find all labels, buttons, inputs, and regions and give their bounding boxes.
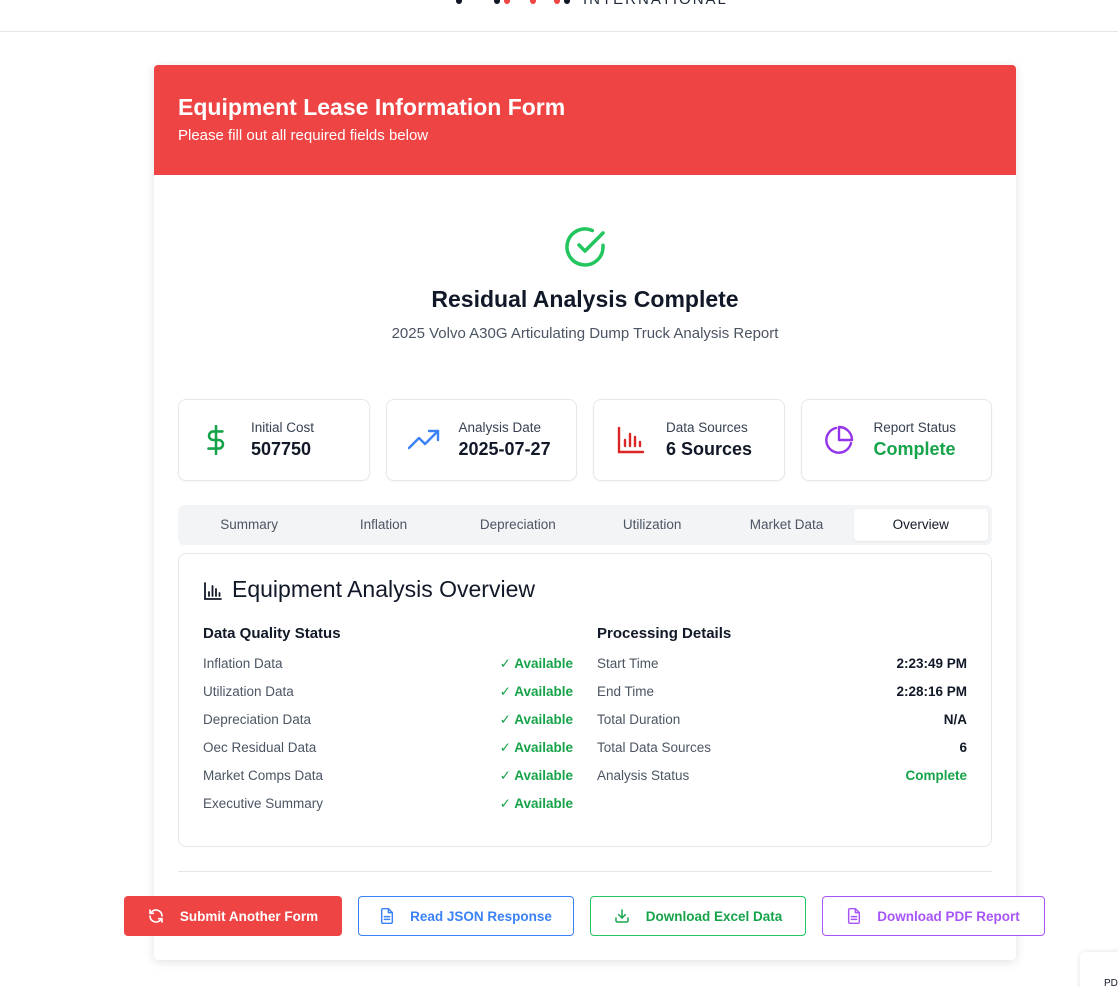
quality-status: ✓ Available [499,712,573,727]
processing-row: End Time 2:28:16 PM [597,684,967,712]
refresh-icon [149,909,163,923]
quality-row: Oec Residual Data ✓ Available [203,740,573,768]
overview-title: Equipment Analysis Overview [203,576,967,603]
processing-row: Total Duration N/A [597,712,967,740]
logo-mark [456,0,462,4]
stat-card-initial-cost: Initial Cost 507750 [178,399,370,481]
stat-value: 6 Sources [666,439,753,459]
processing-value: N/A [943,712,967,727]
stat-card-report-status: Report Status Complete [800,399,992,481]
logo-mark [504,0,510,4]
stat-label: Initial Cost [251,420,315,435]
data-quality-heading: Data Quality Status [203,625,341,642]
stat-value: Complete [873,439,956,459]
quality-status: ✓ Available [499,684,573,699]
overview-title-text: Equipment Analysis Overview [232,576,535,602]
download-pdf-label: Download PDF Report [877,908,1020,924]
stat-value: 507750 [251,439,312,459]
quality-label: Utilization Data [203,684,294,699]
stat-label: Data Sources [666,420,748,435]
quality-label: Market Comps Data [203,768,324,783]
floating-pdf-widget[interactable]: PD [1080,952,1118,987]
analysis-tabs: Summary Inflation Depreciation Utilizati… [178,505,992,545]
bar-chart-icon [203,580,223,600]
quality-row: Depreciation Data ✓ Available [203,712,573,740]
processing-label: End Time [597,684,655,699]
stat-card-data-sources: Data Sources 6 Sources [593,399,785,481]
processing-details-section: Processing Details Start Time 2:23:49 PM… [597,625,967,824]
overview-panel: Equipment Analysis Overview Data Quality… [178,553,992,847]
tab-market-data[interactable]: Market Data [719,509,853,541]
read-json-button[interactable]: Read JSON Response [358,896,574,936]
tab-utilization[interactable]: Utilization [585,509,719,541]
logo-mark [530,0,536,4]
quality-label: Executive Summary [203,796,324,811]
download-icon [614,909,629,923]
quality-status: ✓ Available [499,656,573,671]
form-title: Equipment Lease Information Form [178,94,566,120]
analysis-subtitle: 2025 Volvo A30G Articulating Dump Truck … [391,325,779,342]
download-excel-button[interactable]: Download Excel Data [590,896,806,936]
pie-chart-icon [822,423,856,457]
trending-up-icon [407,423,441,457]
stat-value: 2025-07-27 [458,439,551,459]
floating-widget-label: PD [1104,978,1118,987]
quality-status: ✓ Available [499,740,573,755]
top-nav-bar: INTERNATIONAL [0,0,1118,32]
analysis-status-value: Complete [905,768,967,783]
processing-value: 2:23:49 PM [896,656,967,671]
logo-mark [554,0,560,4]
processing-label: Total Data Sources [597,740,712,755]
processing-value: 6 [959,740,967,755]
logo-mark [494,0,500,4]
logo-mark [564,0,570,4]
download-pdf-button[interactable]: Download PDF Report [822,896,1045,936]
analysis-complete-banner: Residual Analysis Complete 2025 Volvo A3… [154,223,1016,342]
processing-value: 2:28:16 PM [896,684,967,699]
file-text-icon [848,908,861,924]
processing-row: Start Time 2:23:49 PM [597,656,967,684]
bar-chart-icon [614,423,648,457]
quality-label: Depreciation Data [203,712,312,727]
read-json-label: Read JSON Response [410,908,552,924]
form-header: Equipment Lease Information Form Please … [154,65,1016,175]
divider [178,871,992,872]
tab-depreciation[interactable]: Depreciation [451,509,585,541]
stats-row: Initial Cost 507750 Analysis Date 2025-0… [178,399,992,481]
download-excel-label: Download Excel Data [645,908,783,924]
processing-heading: Processing Details [597,625,732,642]
quality-row: Executive Summary ✓ Available [203,796,573,824]
quality-status: ✓ Available [499,768,573,783]
tab-overview[interactable]: Overview [853,509,988,541]
quality-row: Inflation Data ✓ Available [203,656,573,684]
stat-label: Analysis Date [458,420,542,435]
quality-label: Inflation Data [203,656,283,671]
analysis-title: Residual Analysis Complete [431,286,739,312]
processing-label: Analysis Status [597,768,690,783]
dollar-icon [199,423,233,457]
data-quality-section: Data Quality Status Inflation Data ✓ Ava… [203,625,573,824]
stat-card-analysis-date: Analysis Date 2025-07-27 [385,399,577,481]
quality-row: Market Comps Data ✓ Available [203,768,573,796]
tab-inflation[interactable]: Inflation [316,509,450,541]
check-circle-icon [561,223,609,271]
submit-another-form-label: Submit Another Form [179,908,319,924]
submit-another-form-button[interactable]: Submit Another Form [124,896,342,936]
quality-status: ✓ Available [499,796,573,811]
tab-summary[interactable]: Summary [182,509,316,541]
processing-label: Start Time [597,656,659,671]
processing-label: Total Duration [597,712,681,727]
lease-form-card: Equipment Lease Information Form Please … [154,65,1016,960]
stat-label: Report Status [873,420,957,435]
brand-logo-text: INTERNATIONAL [583,0,728,8]
processing-row: Total Data Sources 6 [597,740,967,768]
form-subtitle: Please fill out all required fields belo… [178,127,429,144]
quality-row: Utilization Data ✓ Available [203,684,573,712]
processing-row: Analysis Status Complete [597,768,967,796]
quality-label: Oec Residual Data [203,740,317,755]
file-text-icon [381,908,394,924]
